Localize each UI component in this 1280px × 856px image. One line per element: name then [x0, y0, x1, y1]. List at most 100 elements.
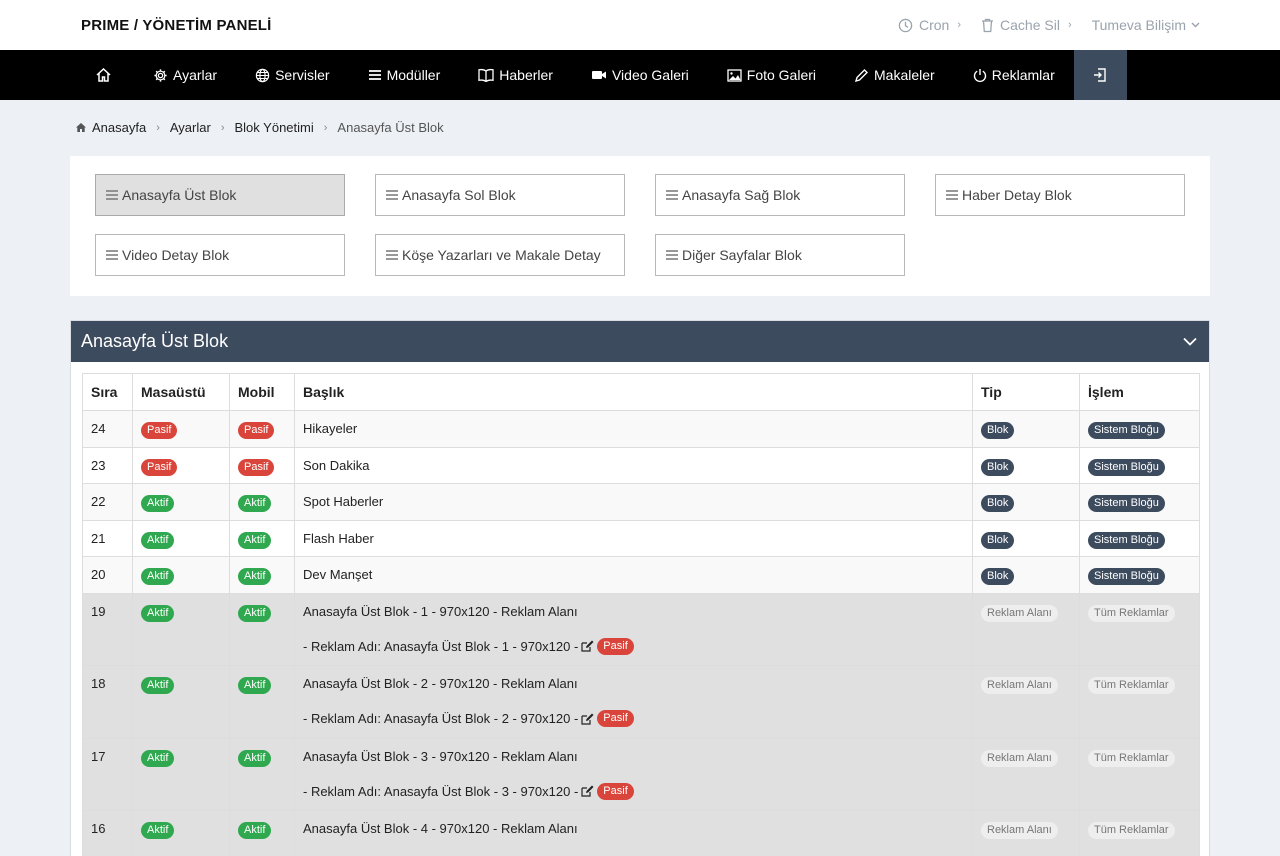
block-button-video-detay[interactable]: Video Detay Blok [95, 234, 345, 276]
ad-table-row: 17 Aktif Aktif Anasayfa Üst Blok - 3 - 9… [82, 737, 1200, 811]
row-sira: 16 [82, 810, 133, 856]
action-badge[interactable]: Tüm Reklamlar [1088, 749, 1175, 767]
nav-makaleler[interactable]: Makaleler [835, 50, 954, 100]
bars-icon [386, 187, 398, 203]
mobile-status-badge[interactable]: Aktif [238, 677, 272, 694]
nav-label: Foto Galeri [746, 67, 817, 83]
bars-icon [106, 187, 118, 203]
action-badge[interactable]: Sistem Bloğu [1088, 422, 1165, 439]
mobile-status-badge[interactable]: Aktif [238, 604, 272, 622]
breadcrumb-blok-yonetimi[interactable]: Blok Yönetimi [235, 120, 314, 135]
clock-icon [898, 18, 913, 32]
block-table: Sıra Masaüstü Mobil Başlık Tip İşlem 24 … [82, 373, 1200, 856]
mobile-status-badge[interactable]: Pasif [238, 422, 275, 439]
block-button-diger-sayfalar[interactable]: Diğer Sayfalar Blok [655, 234, 905, 276]
bars-icon [946, 187, 958, 203]
nav-label: Reklamlar [991, 67, 1055, 83]
type-badge: Blok [981, 458, 1015, 476]
type-badge: Blok [981, 422, 1015, 439]
column-header: Tip [972, 373, 1080, 411]
ad-status-badge[interactable]: Pasif [597, 710, 634, 727]
table-row: 20 Aktif Aktif Dev Manşet Blok Sistem Bl… [82, 556, 1200, 594]
cache-link[interactable]: Cache Sil › [981, 17, 1072, 33]
action-badge[interactable]: Tüm Reklamlar [1088, 822, 1175, 839]
bars-icon [386, 247, 398, 263]
chevron-down-icon[interactable] [1183, 337, 1197, 346]
action-badge[interactable]: Sistem Bloğu [1088, 458, 1165, 476]
user-menu[interactable]: Tumeva Bilişim [1092, 17, 1206, 33]
block-button-anasayfa-ust[interactable]: Anasayfa Üst Blok [95, 174, 345, 216]
breadcrumb-current: Anasayfa Üst Blok [337, 120, 444, 135]
column-header: İşlem [1079, 373, 1200, 411]
ad-status-badge[interactable]: Pasif [597, 782, 634, 800]
home-icon [96, 68, 111, 82]
edit-icon[interactable] [581, 785, 594, 797]
gear-icon [154, 68, 167, 82]
row-sira: 22 [82, 483, 133, 521]
action-badge[interactable]: Sistem Bloğu [1088, 495, 1165, 512]
row-sira: 17 [82, 737, 133, 811]
nav-reklamlar[interactable]: Reklamlar [954, 50, 1074, 100]
nav-video-galeri[interactable]: Video Galeri [572, 50, 708, 100]
breadcrumb-home[interactable]: Anasayfa [92, 120, 146, 135]
logout-button[interactable] [1073, 50, 1127, 100]
edit-icon[interactable] [581, 640, 594, 652]
mobile-status-badge[interactable]: Aktif [238, 822, 272, 839]
ad-name: - Reklam Adı: Anasayfa Üst Blok - 3 - 97… [303, 783, 579, 799]
block-button-label: Diğer Sayfalar Blok [682, 247, 802, 263]
nav-label: Ayarlar [173, 67, 218, 83]
desktop-status-badge[interactable]: Aktif [141, 568, 175, 585]
nav-label: Modüller [386, 67, 441, 83]
desktop-status-badge[interactable]: Aktif [141, 604, 175, 622]
block-button-anasayfa-sol[interactable]: Anasayfa Sol Blok [375, 174, 625, 216]
edit-icon[interactable] [581, 713, 594, 725]
desktop-status-badge[interactable]: Aktif [141, 495, 175, 512]
row-sira: 18 [82, 665, 133, 739]
block-button-label: Haber Detay Blok [962, 187, 1072, 203]
action-badge[interactable]: Tüm Reklamlar [1088, 604, 1175, 622]
block-button-label: Video Detay Blok [122, 247, 230, 263]
block-button-label: Köşe Yazarları ve Makale Detay [402, 247, 601, 263]
nav-foto-galeri[interactable]: Foto Galeri [708, 50, 835, 100]
block-button-anasayfa-sag[interactable]: Anasayfa Sağ Blok [655, 174, 905, 216]
desktop-status-badge[interactable]: Aktif [141, 531, 175, 549]
mobile-status-badge[interactable]: Aktif [238, 568, 272, 585]
nav-servisler[interactable]: Servisler [236, 50, 348, 100]
action-badge[interactable]: Tüm Reklamlar [1088, 677, 1175, 694]
mobile-status-badge[interactable]: Aktif [238, 531, 272, 549]
mobile-status-badge[interactable]: Aktif [238, 749, 272, 767]
globe-icon [255, 68, 270, 82]
ad-name: - Reklam Adı: Anasayfa Üst Blok - 1 - 97… [303, 638, 579, 654]
row-title: Anasayfa Üst Blok - 2 - 970x120 - Reklam… [303, 676, 578, 691]
breadcrumb-ayarlar[interactable]: Ayarlar [170, 120, 211, 135]
desktop-status-badge[interactable]: Pasif [141, 422, 178, 439]
nav-ayarlar[interactable]: Ayarlar [134, 50, 236, 100]
block-button-label: Anasayfa Sol Blok [402, 187, 516, 203]
block-button-kose-yazarlari[interactable]: Köşe Yazarları ve Makale Detay [375, 234, 625, 276]
table-header-row: Sıra Masaüstü Mobil Başlık Tip İşlem [82, 373, 1200, 411]
action-badge[interactable]: Sistem Bloğu [1088, 568, 1165, 585]
action-badge[interactable]: Sistem Bloğu [1088, 531, 1165, 549]
bars-icon [106, 247, 118, 263]
type-badge: Reklam Alanı [981, 822, 1058, 839]
block-button-label: Anasayfa Sağ Blok [682, 187, 801, 203]
mobile-status-badge[interactable]: Pasif [238, 458, 275, 476]
desktop-status-badge[interactable]: Aktif [141, 749, 175, 767]
nav-moduller[interactable]: Modüller [349, 50, 460, 100]
ad-table-row: 18 Aktif Aktif Anasayfa Üst Blok - 2 - 9… [82, 665, 1200, 739]
desktop-status-badge[interactable]: Aktif [141, 677, 175, 694]
panel-header[interactable]: Anasayfa Üst Blok [71, 321, 1209, 362]
user-name: Tumeva Bilişim [1091, 17, 1186, 33]
desktop-status-badge[interactable]: Aktif [141, 822, 175, 839]
mobile-status-badge[interactable]: Aktif [238, 495, 272, 512]
nav-label: Video Galeri [611, 67, 689, 83]
desktop-status-badge[interactable]: Pasif [141, 458, 178, 476]
ad-status-badge[interactable]: Pasif [597, 637, 634, 655]
cron-link[interactable]: Cron › [898, 17, 961, 33]
row-title: Son Dakika [294, 446, 973, 484]
block-button-haber-detay[interactable]: Haber Detay Blok [935, 174, 1185, 216]
top-links: Cron › Cache Sil › Tumeva Bilişim [878, 17, 1206, 33]
row-sira: 23 [82, 446, 133, 484]
nav-haberler[interactable]: Haberler [459, 50, 572, 100]
nav-home[interactable] [78, 50, 134, 100]
